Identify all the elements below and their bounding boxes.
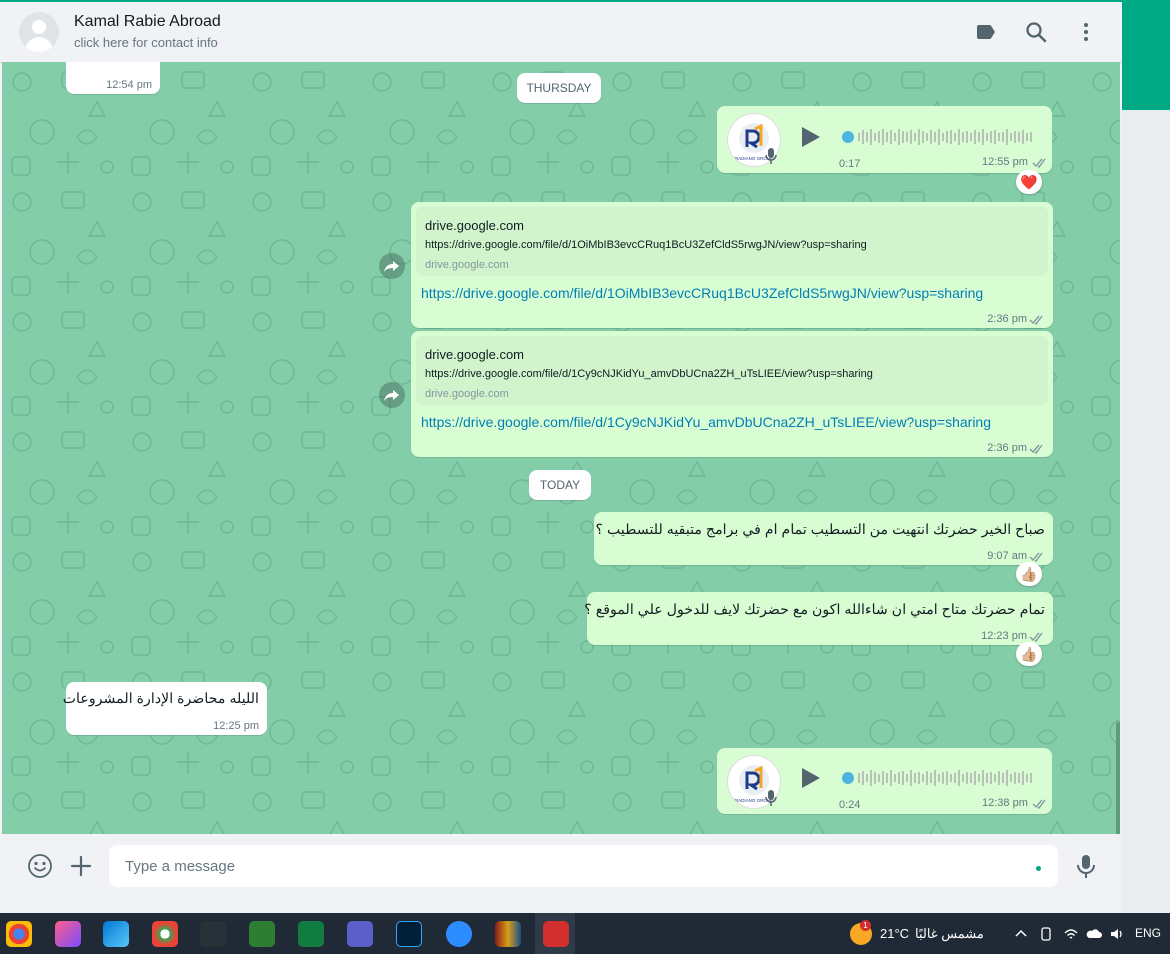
link-preview-card[interactable]: drive.google.com https://drive.google.co… xyxy=(416,207,1048,276)
input-status-dot xyxy=(1036,866,1041,871)
link-message[interactable]: drive.google.com https://drive.google.co… xyxy=(411,331,1053,457)
emoji-icon[interactable] xyxy=(27,853,53,879)
side-panel-edge xyxy=(1122,0,1170,913)
message-input[interactable] xyxy=(109,845,1058,887)
excel-app-icon[interactable] xyxy=(298,921,324,947)
weather-temperature[interactable]: 21°C xyxy=(880,926,909,941)
link-preview-description: https://drive.google.com/file/d/1Cy9cNJK… xyxy=(425,368,873,380)
reaction-heart[interactable]: ❤️ xyxy=(1016,170,1042,194)
contact-info-hint[interactable]: click here for contact info xyxy=(74,35,218,50)
read-receipt-icon xyxy=(1029,632,1043,642)
message-time: 2:36 pm xyxy=(987,442,1027,454)
waveform[interactable] xyxy=(842,127,1037,147)
winrar-app-icon[interactable] xyxy=(495,921,521,947)
date-divider-thursday: THURSDAY xyxy=(517,73,601,103)
forward-icon[interactable] xyxy=(379,382,405,408)
chat-scrollbar[interactable] xyxy=(1116,722,1120,834)
zoom-app-icon[interactable] xyxy=(446,921,472,947)
link-preview-domain: drive.google.com xyxy=(425,259,509,271)
menu-icon[interactable] xyxy=(1074,20,1098,44)
play-button[interactable] xyxy=(802,127,820,147)
read-receipt-icon xyxy=(1029,315,1043,325)
link-message[interactable]: drive.google.com https://drive.google.co… xyxy=(411,202,1053,328)
onedrive-icon[interactable] xyxy=(1086,926,1102,942)
contact-avatar[interactable] xyxy=(19,12,59,52)
chrome-work-app-icon[interactable] xyxy=(152,921,178,947)
read-receipt-icon xyxy=(1029,444,1043,454)
incoming-message[interactable]: الليله محاضرة الإدارة المشروعات 12:25 pm xyxy=(62,682,267,735)
link-preview-title: drive.google.com xyxy=(425,218,524,233)
wifi-icon[interactable] xyxy=(1063,926,1079,942)
paint-app-icon[interactable] xyxy=(55,921,81,947)
weather-condition[interactable]: مشمس غالبًا xyxy=(915,926,984,942)
reaction-thumbs-up[interactable]: 👍🏼 xyxy=(1016,642,1042,666)
mic-icon xyxy=(765,148,777,164)
chat-header: Kamal Rabie Abroad click here for contac… xyxy=(0,2,1122,63)
mic-icon xyxy=(765,790,777,806)
voice-message[interactable]: RADIANO GROUP xyxy=(717,106,1052,173)
attach-plus-icon[interactable] xyxy=(68,853,94,879)
contact-name[interactable]: Kamal Rabie Abroad xyxy=(74,13,221,31)
label-icon[interactable] xyxy=(974,20,998,44)
waveform[interactable] xyxy=(842,768,1037,788)
acrobat-app-icon[interactable] xyxy=(543,921,569,947)
read-receipt-icon xyxy=(1029,552,1043,562)
reaction-thumbs-up[interactable]: 👍🏼 xyxy=(1016,562,1042,586)
message-time: 12:25 pm xyxy=(213,720,259,732)
read-receipt-icon xyxy=(1032,799,1046,809)
outgoing-message[interactable]: صباح الخير حضرتك انتهيت من التسطيب تمام … xyxy=(594,512,1053,565)
teams-app-icon[interactable] xyxy=(347,921,373,947)
windows-taskbar: 1 21°C مشمس غالبًا ENG xyxy=(0,913,1170,954)
camtasia-app-icon[interactable] xyxy=(249,921,275,947)
chrome-app-icon[interactable] xyxy=(6,921,32,947)
voice-duration: 0:17 xyxy=(839,158,861,170)
incoming-message-partial[interactable]: 12:54 pm xyxy=(66,62,160,94)
message-text: صباح الخير حضرتك انتهيت من التسطيب تمام … xyxy=(595,522,1045,538)
forward-icon[interactable] xyxy=(379,253,405,279)
clipchamp-app-icon[interactable] xyxy=(200,921,226,947)
outgoing-message[interactable]: تمام حضرتك متاح امتي ان شاءالله اكون مع … xyxy=(584,592,1053,645)
date-divider-today: TODAY xyxy=(529,470,591,500)
link-preview-description: https://drive.google.com/file/d/1OiMbIB3… xyxy=(425,239,867,251)
read-receipt-icon xyxy=(1032,158,1046,168)
search-icon[interactable] xyxy=(1024,20,1048,44)
photos-app-icon[interactable] xyxy=(103,921,129,947)
link-preview-title: drive.google.com xyxy=(425,347,524,362)
message-link[interactable]: https://drive.google.com/file/d/1OiMbIB3… xyxy=(421,285,983,301)
message-link[interactable]: https://drive.google.com/file/d/1Cy9cNJK… xyxy=(421,414,991,430)
link-preview-domain: drive.google.com xyxy=(425,388,509,400)
message-time: 2:36 pm xyxy=(987,313,1027,325)
compose-bar xyxy=(0,834,1122,896)
whatsapp-window: Kamal Rabie Abroad click here for contac… xyxy=(0,0,1122,913)
photoshop-app-icon[interactable] xyxy=(396,921,422,947)
device-icon[interactable] xyxy=(1038,926,1054,942)
message-time: 12:55 pm xyxy=(982,156,1028,168)
volume-icon[interactable] xyxy=(1109,926,1125,942)
message-text: تمام حضرتك متاح امتي ان شاءالله اكون مع … xyxy=(584,602,1045,618)
message-time: 12:38 pm xyxy=(982,797,1028,809)
message-text: الليله محاضرة الإدارة المشروعات xyxy=(62,691,259,707)
voice-duration: 0:24 xyxy=(839,799,861,811)
voice-message[interactable]: RADIANO GROUP xyxy=(717,748,1052,814)
link-preview-card[interactable]: drive.google.com https://drive.google.co… xyxy=(416,336,1048,405)
input-language[interactable]: ENG xyxy=(1135,926,1161,940)
chevron-up-icon[interactable] xyxy=(1013,926,1029,942)
message-time: 12:54 pm xyxy=(106,79,152,91)
play-button[interactable] xyxy=(802,768,820,788)
mic-icon[interactable] xyxy=(1073,853,1099,879)
message-time: 12:23 pm xyxy=(981,630,1027,642)
weather-badge: 1 xyxy=(860,920,871,931)
chat-area[interactable]: 12:54 pm THURSDAY RADIANO GROUP 0:17 12:… xyxy=(2,62,1120,834)
message-time: 9:07 am xyxy=(987,550,1027,562)
